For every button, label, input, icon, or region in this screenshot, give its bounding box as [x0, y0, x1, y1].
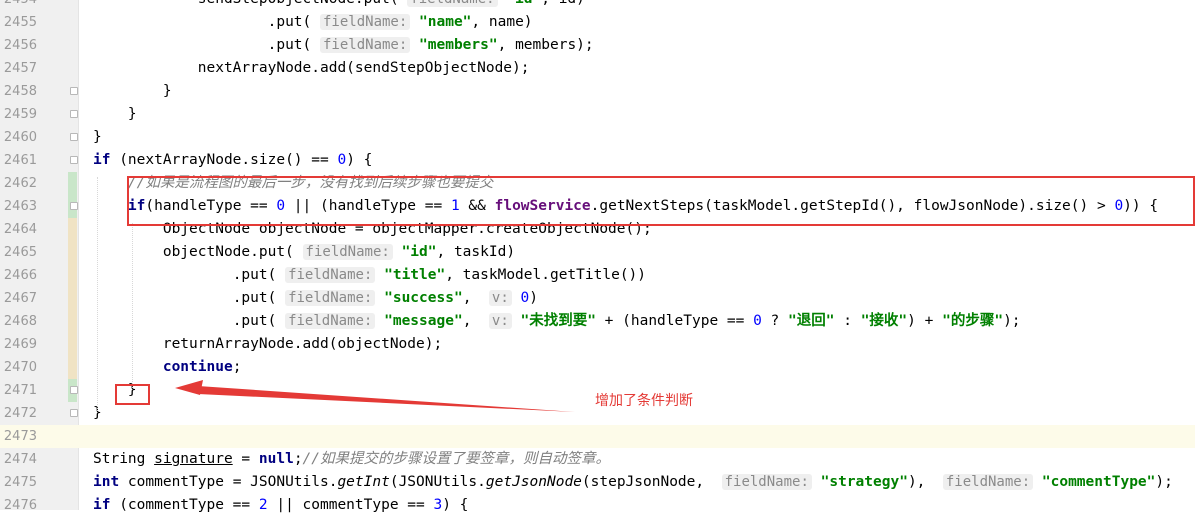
annotation-label: 增加了条件判断 [595, 393, 693, 409]
annotation-arrow [175, 380, 575, 412]
